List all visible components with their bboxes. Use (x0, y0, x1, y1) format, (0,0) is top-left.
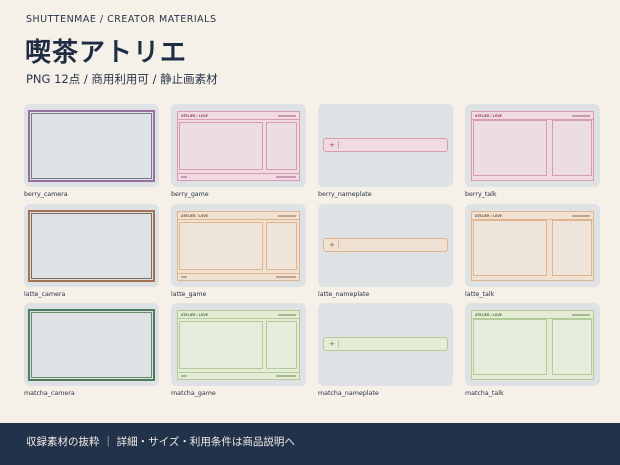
material-thumbnail[interactable]: ATELIER / LOVE (465, 204, 600, 287)
panel-bottom-rule (178, 173, 299, 174)
material-card-latte-game[interactable]: ATELIER / LOVE latte_game (171, 204, 306, 298)
game-panel: ATELIER / LOVE (177, 211, 300, 281)
nameplate-bar: + (323, 138, 448, 152)
panel-bottom-rule (178, 273, 299, 274)
panel-main-box (473, 120, 547, 176)
panel-foot-right (276, 176, 296, 178)
panel-side-box (552, 319, 592, 375)
material-label: berry_nameplate (318, 191, 372, 198)
material-label: latte_camera (24, 291, 66, 298)
panel-side-box (552, 220, 592, 276)
panel-heading: ATELIER / LOVE (475, 313, 502, 317)
panel-side-box (266, 122, 297, 170)
panel-rule (178, 219, 299, 220)
panel-side-box (552, 120, 592, 176)
material-thumbnail[interactable]: ATELIER / LOVE (465, 303, 600, 386)
panel-heading: ATELIER / LOVE (181, 214, 208, 218)
material-thumbnail[interactable]: ATELIER / LOVE (171, 104, 306, 187)
talk-panel: ATELIER / LOVE (471, 211, 594, 281)
material-label: latte_talk (465, 291, 495, 298)
material-label: latte_game (171, 291, 207, 298)
material-thumbnail[interactable]: + (318, 204, 453, 287)
material-thumbnail[interactable] (24, 104, 159, 187)
nameplate-divider (338, 241, 339, 249)
material-label: berry_camera (24, 191, 68, 198)
camera-frame (28, 210, 155, 282)
panel-side-box (266, 222, 297, 270)
material-label: latte_nameplate (318, 291, 370, 298)
material-label: matcha_game (171, 390, 216, 397)
plus-icon: + (329, 340, 335, 348)
material-card-berry-game[interactable]: ATELIER / LOVE berry_game (171, 104, 306, 198)
panel-foot-left (181, 176, 187, 178)
plus-icon: + (329, 141, 335, 149)
material-thumbnail[interactable] (24, 204, 159, 287)
panel-main-box (179, 222, 263, 270)
material-thumbnail[interactable]: + (318, 303, 453, 386)
game-panel: ATELIER / LOVE (177, 310, 300, 380)
material-thumbnail[interactable]: ATELIER / LOVE (465, 104, 600, 187)
footer-banner: 収録素材の抜粋 ｜ 詳細・サイズ・利用条件は商品説明へ (0, 423, 620, 465)
panel-heading-right (278, 114, 296, 117)
plus-icon: + (329, 241, 335, 249)
material-card-matcha-camera[interactable]: matcha_camera (24, 303, 159, 397)
camera-frame-inner (31, 213, 152, 279)
panel-bottom-rule (178, 372, 299, 373)
panel-heading: ATELIER / LOVE (181, 114, 208, 118)
panel-heading-right (278, 313, 296, 316)
panel-side-box (266, 321, 297, 369)
camera-frame (28, 309, 155, 381)
panel-foot-right (276, 375, 296, 377)
panel-heading: ATELIER / LOVE (181, 313, 208, 317)
talk-panel: ATELIER / LOVE (471, 310, 594, 380)
panel-heading-right (278, 214, 296, 217)
panel-heading-right (572, 313, 590, 316)
game-panel: ATELIER / LOVE (177, 111, 300, 181)
material-card-berry-camera[interactable]: berry_camera (24, 104, 159, 198)
panel-main-box (473, 319, 547, 375)
brand-line: SHUTTENMAE / CREATOR MATERIALS (26, 14, 217, 25)
material-label: berry_game (171, 191, 209, 198)
material-thumbnail[interactable]: ATELIER / LOVE (171, 204, 306, 287)
page-title: 喫茶アトリエ (25, 38, 188, 68)
nameplate-divider (338, 340, 339, 348)
panel-heading: ATELIER / LOVE (475, 114, 502, 118)
material-card-matcha-nameplate[interactable]: + matcha_nameplate (318, 303, 453, 397)
material-thumbnail[interactable]: ATELIER / LOVE (171, 303, 306, 386)
material-card-latte-nameplate[interactable]: + latte_nameplate (318, 204, 453, 298)
panel-foot-left (181, 276, 187, 278)
material-label: berry_talk (465, 191, 497, 198)
material-card-matcha-game[interactable]: ATELIER / LOVE matcha_game (171, 303, 306, 397)
material-card-latte-camera[interactable]: latte_camera (24, 204, 159, 298)
material-card-berry-nameplate[interactable]: + berry_nameplate (318, 104, 453, 198)
material-label: matcha_nameplate (318, 390, 379, 397)
panel-foot-right (276, 276, 296, 278)
panel-foot-left (181, 375, 187, 377)
nameplate-bar: + (323, 337, 448, 351)
nameplate-divider (338, 141, 339, 149)
material-label: matcha_camera (24, 390, 75, 397)
panel-heading-right (572, 214, 590, 217)
material-card-matcha-talk[interactable]: ATELIER / LOVE matcha_talk (465, 303, 600, 397)
material-label: matcha_talk (465, 390, 504, 397)
material-thumbnail[interactable] (24, 303, 159, 386)
material-card-berry-talk[interactable]: ATELIER / LOVE berry_talk (465, 104, 600, 198)
camera-frame-inner (31, 312, 152, 378)
nameplate-bar: + (323, 238, 448, 252)
material-thumbnail[interactable]: + (318, 104, 453, 187)
camera-frame (28, 110, 155, 182)
panel-rule (178, 119, 299, 120)
panel-rule (178, 318, 299, 319)
panel-heading-right (572, 114, 590, 117)
page-subtitle: PNG 12点 / 商用利用可 / 静止画素材 (26, 72, 218, 86)
camera-frame-inner (31, 113, 152, 179)
panel-main-box (179, 122, 263, 170)
panel-heading: ATELIER / LOVE (475, 214, 502, 218)
panel-main-box (473, 220, 547, 276)
material-card-latte-talk[interactable]: ATELIER / LOVE latte_talk (465, 204, 600, 298)
panel-main-box (179, 321, 263, 369)
talk-panel: ATELIER / LOVE (471, 111, 594, 181)
